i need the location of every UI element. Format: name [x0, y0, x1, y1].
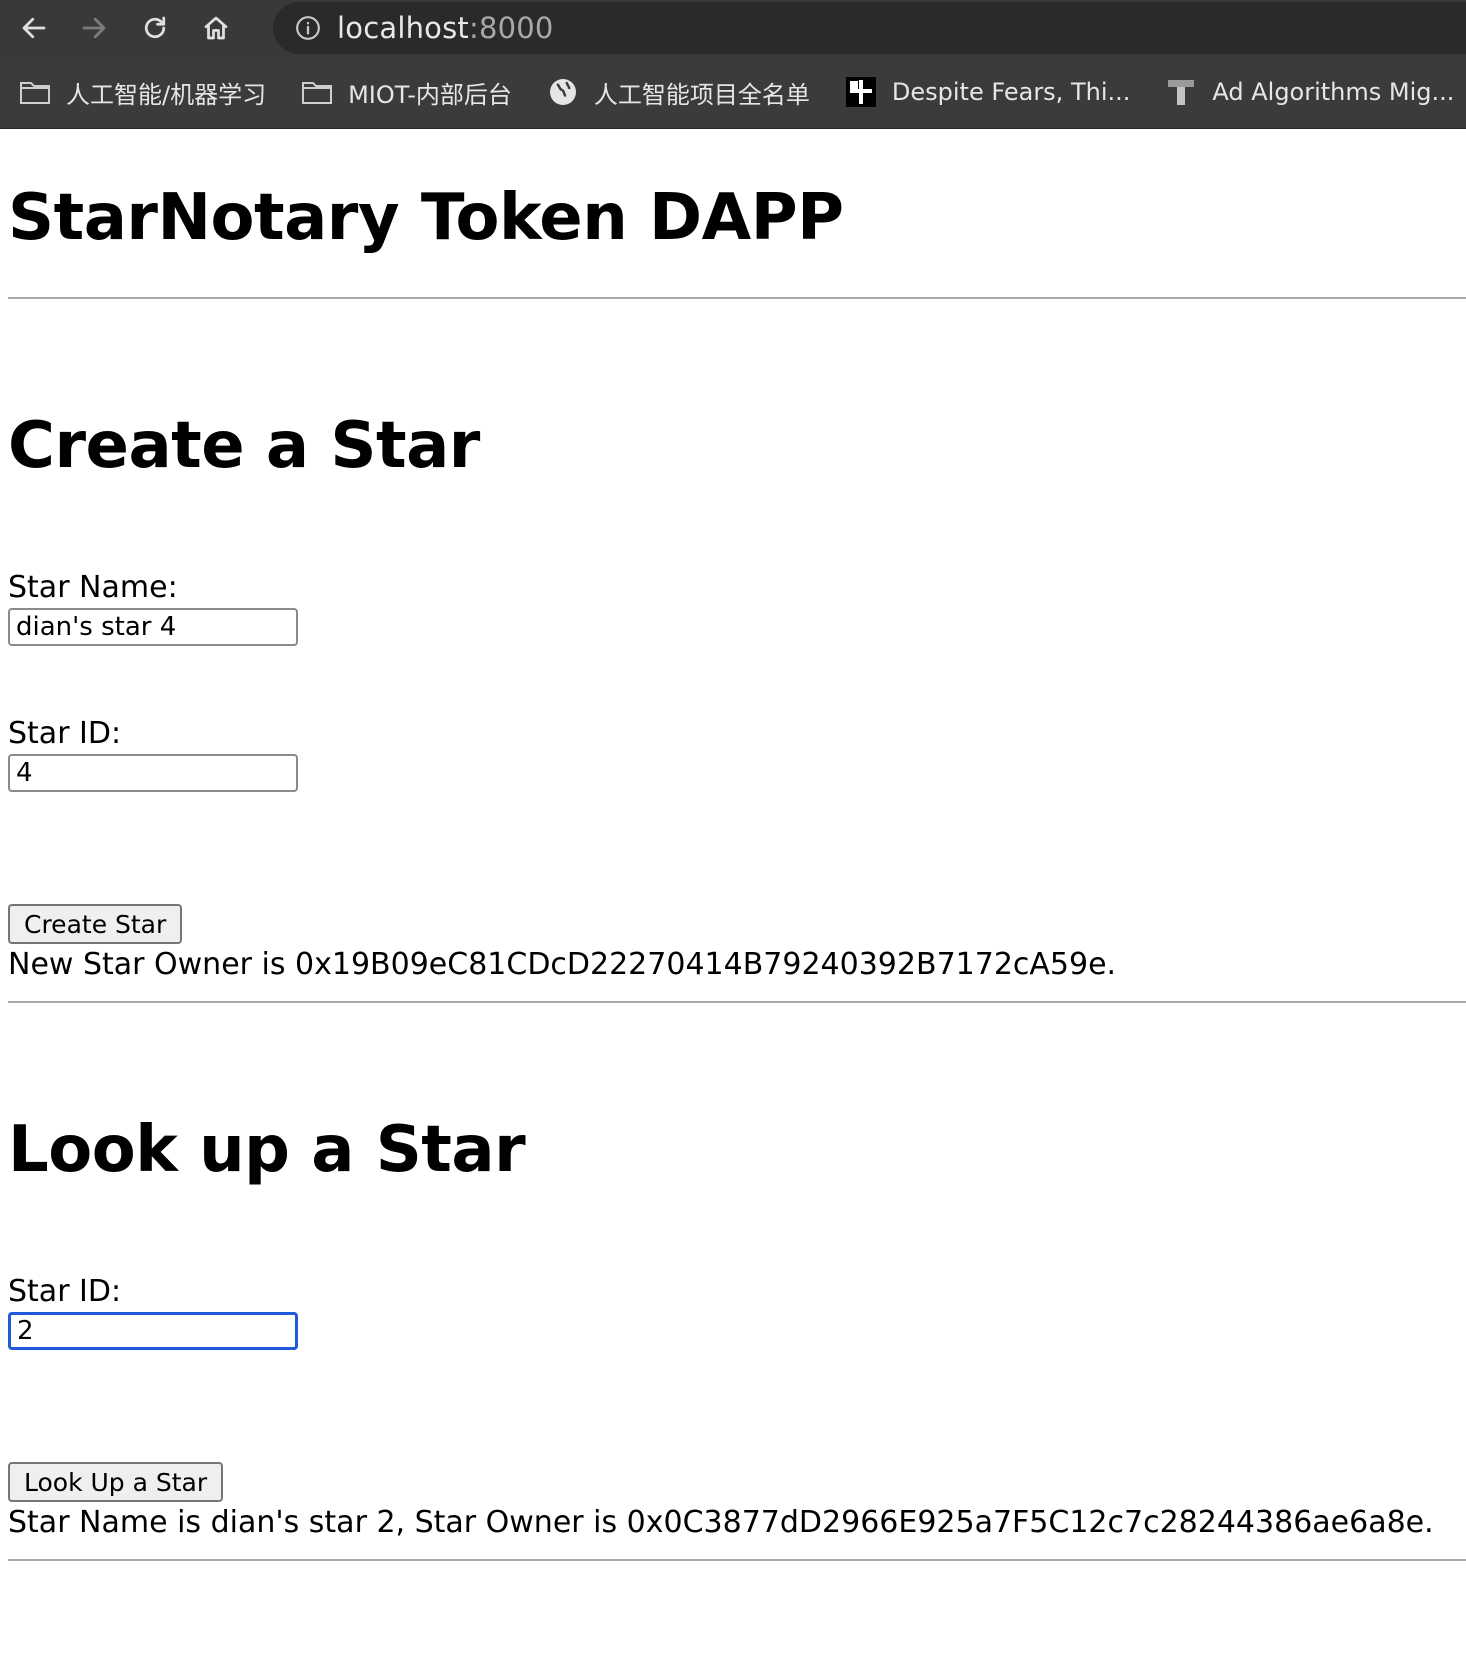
- reload-button[interactable]: [135, 8, 175, 48]
- bookmark-item[interactable]: 人工智能/机器学习: [18, 75, 266, 110]
- divider: [8, 1001, 1466, 1003]
- divider: [8, 297, 1466, 299]
- bookmark-item[interactable]: 人工智能项目全名单: [546, 75, 810, 110]
- browser-chrome: localhost:8000 人工智能/机器学习 MIOT-内部后台 人工智能项…: [0, 0, 1466, 129]
- lookup-star-heading: Look up a Star: [8, 1113, 526, 1187]
- bookmark-label: MIOT-内部后台: [348, 80, 512, 109]
- bookmark-label: 人工智能/机器学习: [66, 80, 267, 109]
- globe-icon: [546, 77, 580, 107]
- site-info-icon[interactable]: [293, 13, 323, 43]
- page-title: StarNotary Token DAPP: [8, 181, 844, 255]
- create-star-heading: Create a Star: [8, 409, 480, 483]
- folder-icon: [300, 77, 334, 107]
- lookup-star-id-input[interactable]: [8, 1312, 298, 1350]
- star-name-label: Star Name:: [8, 570, 178, 605]
- site-favicon-icon: [1164, 77, 1198, 107]
- url-port: :8000: [468, 11, 554, 45]
- site-favicon-icon: [844, 77, 878, 107]
- bookmark-item[interactable]: Despite Fears, Thi...: [844, 77, 1130, 107]
- address-url[interactable]: localhost:8000: [337, 11, 554, 45]
- bookmarks-bar: 人工智能/机器学习 MIOT-内部后台 人工智能项目全名单 Despite Fe…: [0, 56, 1466, 129]
- bookmark-item[interactable]: MIOT-内部后台: [300, 75, 512, 110]
- bookmark-label: 人工智能项目全名单: [593, 80, 810, 109]
- star-name-input[interactable]: [8, 608, 298, 646]
- lookup-status-text: Star Name is dian's star 2, Star Owner i…: [8, 1505, 1434, 1540]
- arrow-left-icon: [22, 17, 46, 39]
- forward-button[interactable]: [74, 8, 114, 48]
- bookmark-label: Ad Algorithms Mig...: [1212, 78, 1455, 106]
- home-icon: [204, 16, 228, 40]
- reload-icon: [144, 16, 166, 39]
- bookmark-item[interactable]: Ad Algorithms Mig...: [1164, 77, 1454, 107]
- back-button[interactable]: [14, 8, 54, 48]
- create-star-button[interactable]: Create Star: [8, 904, 183, 944]
- divider: [8, 1559, 1466, 1561]
- address-bar[interactable]: localhost:8000: [273, 2, 1466, 54]
- arrow-right-icon: [82, 17, 106, 39]
- url-host: localhost: [337, 11, 469, 45]
- bookmark-label: Despite Fears, Thi...: [891, 78, 1131, 106]
- star-id-label: Star ID:: [8, 716, 122, 751]
- folder-icon: [18, 77, 52, 107]
- star-id-input[interactable]: [8, 754, 298, 792]
- create-status-text: New Star Owner is 0x19B09eC81CDcD2227041…: [8, 947, 1117, 982]
- home-button[interactable]: [196, 8, 236, 48]
- page-content: StarNotary Token DAPP Create a Star Star…: [0, 129, 1466, 1658]
- browser-toolbar: localhost:8000: [0, 0, 1466, 56]
- lookup-star-id-label: Star ID:: [8, 1274, 122, 1309]
- look-up-star-button[interactable]: Look Up a Star: [8, 1462, 224, 1502]
